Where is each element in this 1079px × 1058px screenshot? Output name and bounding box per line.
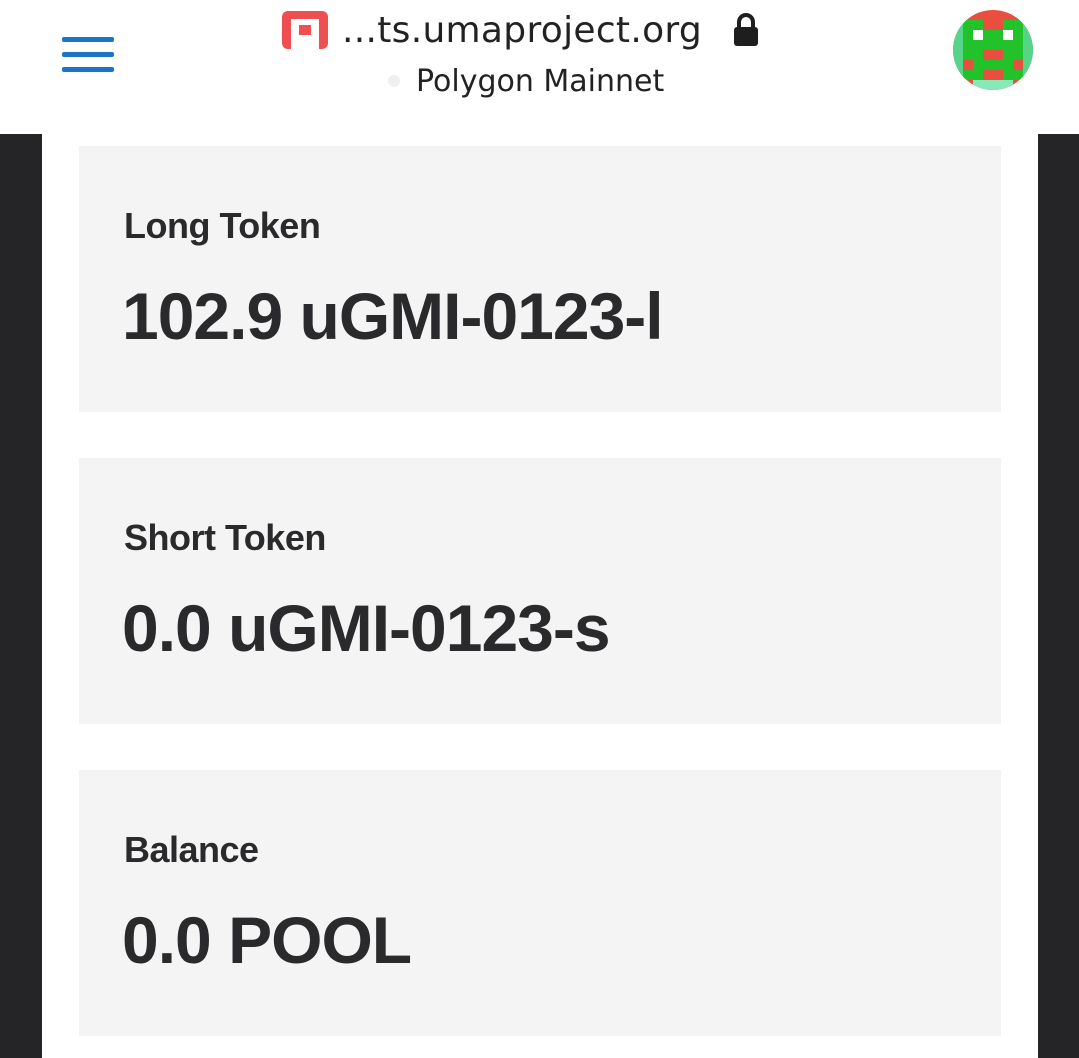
card-value: 0.0 uGMI-0123-s xyxy=(122,591,611,665)
identicon-icon xyxy=(953,10,1033,90)
network-status-dot xyxy=(388,75,400,87)
url-text: ...ts.umaproject.org xyxy=(342,9,703,51)
long-token-card: Long Token 102.9 uGMI-0123-l xyxy=(79,146,1001,412)
balance-card: Balance 0.0 POOL xyxy=(79,770,1001,1036)
browser-top-bar: ...ts.umaproject.org Polygon Mainnet xyxy=(0,0,1079,134)
hamburger-menu-icon[interactable] xyxy=(62,37,114,73)
right-side-panel xyxy=(1038,134,1079,1058)
url-bar[interactable]: ...ts.umaproject.org xyxy=(282,6,760,54)
lock-icon xyxy=(734,13,759,46)
short-token-card: Short Token 0.0 uGMI-0123-s xyxy=(79,458,1001,724)
card-label: Long Token xyxy=(124,205,321,246)
page-content: Long Token 102.9 uGMI-0123-l Short Token… xyxy=(42,134,1038,1058)
site-favicon-icon xyxy=(282,11,328,49)
left-side-panel xyxy=(0,134,42,1058)
card-label: Balance xyxy=(124,829,259,870)
account-avatar[interactable] xyxy=(953,10,1033,90)
network-indicator[interactable]: Polygon Mainnet xyxy=(388,60,664,102)
network-name: Polygon Mainnet xyxy=(416,63,665,99)
card-label: Short Token xyxy=(124,517,326,558)
card-value: 102.9 uGMI-0123-l xyxy=(122,279,664,353)
card-value: 0.0 POOL xyxy=(122,903,412,977)
